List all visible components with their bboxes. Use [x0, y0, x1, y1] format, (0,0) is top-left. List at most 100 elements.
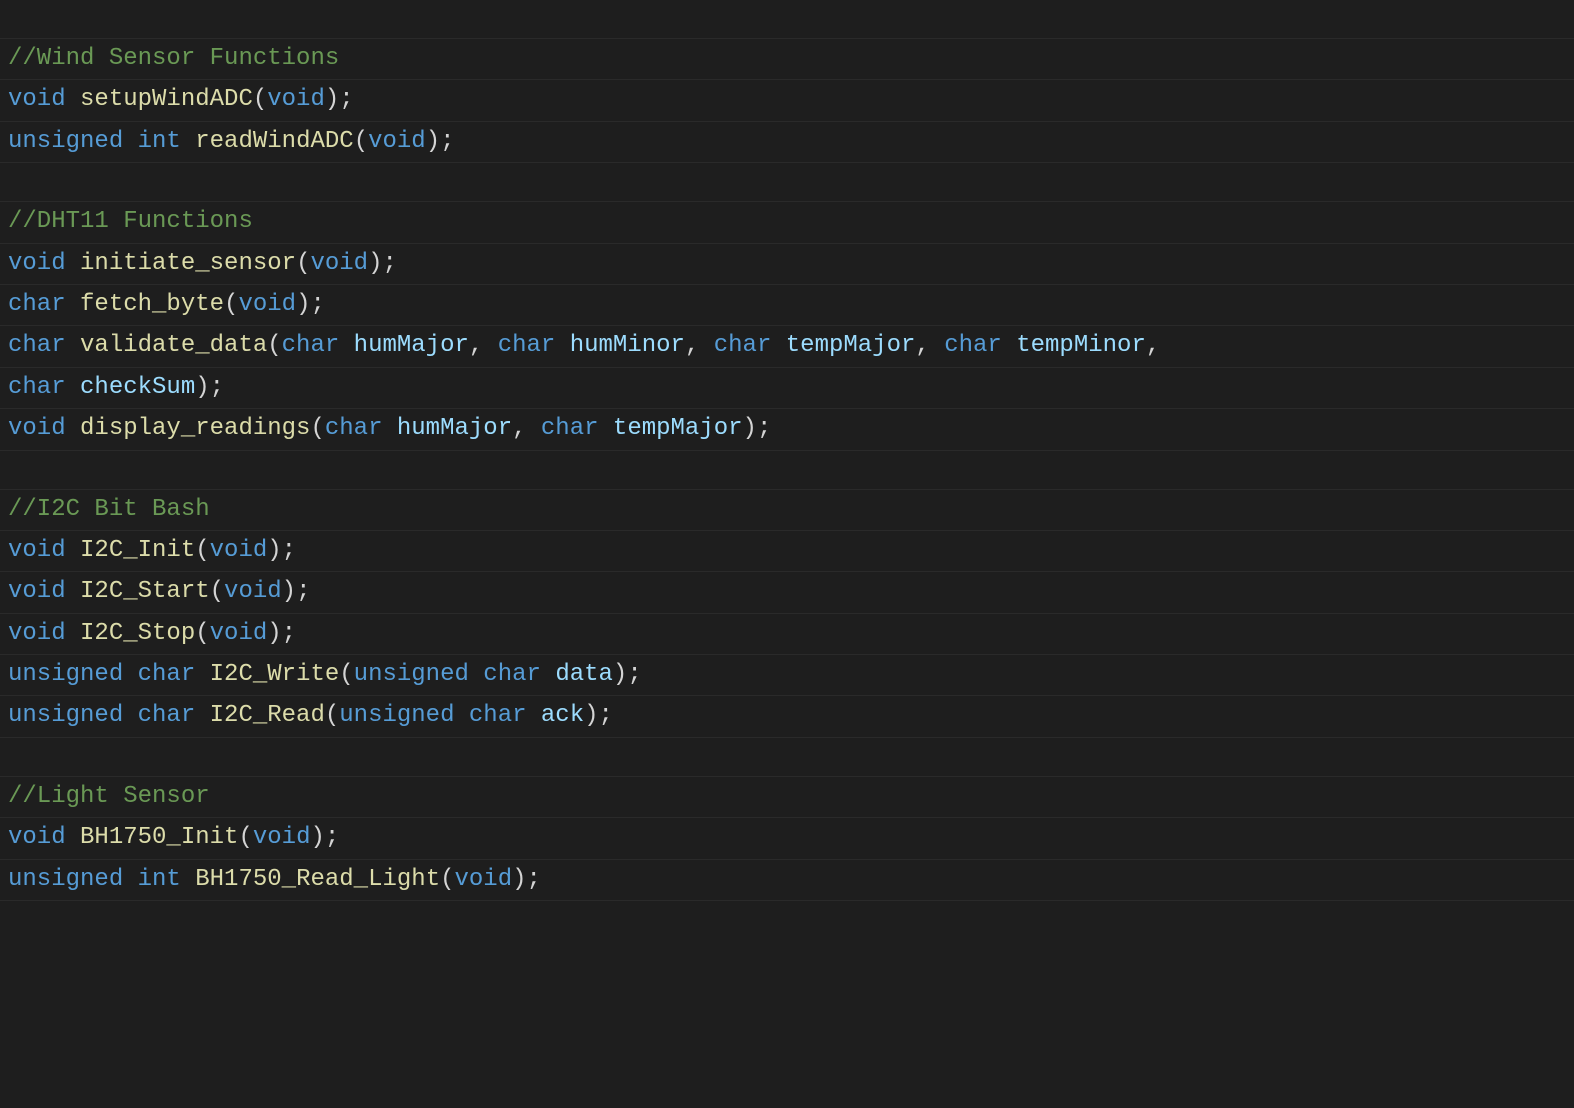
- comment-text: //Wind Sensor Functions: [8, 45, 339, 72]
- parameter: humMajor: [397, 415, 512, 442]
- code-line[interactable]: unsigned char I2C_Read(unsigned char ack…: [0, 696, 1574, 737]
- parameter: data: [555, 661, 613, 688]
- keyword: void: [8, 537, 66, 564]
- parameter: humMinor: [570, 332, 685, 359]
- keyword: void: [455, 866, 513, 893]
- code-line-comment[interactable]: //DHT11 Functions: [0, 202, 1574, 243]
- keyword: void: [8, 86, 66, 113]
- comment-text: //DHT11 Functions: [8, 208, 253, 235]
- parameter: tempMinor: [1016, 332, 1146, 359]
- code-line-comment[interactable]: //I2C Bit Bash: [0, 490, 1574, 531]
- semicolon: ;: [382, 250, 396, 277]
- keyword: char: [944, 332, 1002, 359]
- code-line[interactable]: unsigned int BH1750_Read_Light(void);: [0, 860, 1574, 901]
- paren: (: [238, 824, 252, 851]
- semicolon: ;: [282, 537, 296, 564]
- code-line[interactable]: char fetch_byte(void);: [0, 285, 1574, 326]
- code-line[interactable]: unsigned int readWindADC(void);: [0, 122, 1574, 163]
- code-editor[interactable]: //Wind Sensor Functions void setupWindAD…: [0, 0, 1574, 901]
- keyword: int: [138, 128, 181, 155]
- keyword: unsigned: [339, 702, 454, 729]
- code-line-comment[interactable]: //Wind Sensor Functions: [0, 39, 1574, 80]
- keyword: unsigned: [8, 661, 123, 688]
- code-line-blank[interactable]: [0, 451, 1574, 490]
- code-line[interactable]: void I2C_Init(void);: [0, 531, 1574, 572]
- keyword: unsigned: [8, 866, 123, 893]
- semicolon: ;: [210, 374, 224, 401]
- keyword: void: [368, 128, 426, 155]
- comment-text: //Light Sensor: [8, 783, 210, 810]
- keyword: char: [138, 661, 196, 688]
- comma: ,: [1146, 332, 1160, 359]
- keyword: unsigned: [8, 702, 123, 729]
- semicolon: ;: [310, 291, 324, 318]
- paren: (: [354, 128, 368, 155]
- paren: (: [195, 537, 209, 564]
- semicolon: ;: [440, 128, 454, 155]
- parameter: tempMajor: [786, 332, 916, 359]
- paren: ): [613, 661, 627, 688]
- paren: ): [195, 374, 209, 401]
- paren: ): [426, 128, 440, 155]
- function-name: readWindADC: [195, 128, 353, 155]
- keyword: void: [210, 620, 268, 647]
- function-name: I2C_Stop: [80, 620, 195, 647]
- code-line-blank[interactable]: [0, 738, 1574, 777]
- keyword: char: [138, 702, 196, 729]
- keyword: void: [267, 86, 325, 113]
- code-line[interactable]: void I2C_Stop(void);: [0, 614, 1574, 655]
- keyword: void: [210, 537, 268, 564]
- paren: ): [325, 86, 339, 113]
- semicolon: ;: [296, 578, 310, 605]
- code-line[interactable]: unsigned char I2C_Write(unsigned char da…: [0, 655, 1574, 696]
- paren: (: [440, 866, 454, 893]
- function-name: BH1750_Read_Light: [195, 866, 440, 893]
- code-line[interactable]: void I2C_Start(void);: [0, 572, 1574, 613]
- paren: (: [267, 332, 281, 359]
- paren: ): [310, 824, 324, 851]
- keyword: void: [8, 250, 66, 277]
- parameter: tempMajor: [613, 415, 743, 442]
- code-line-blank[interactable]: [0, 163, 1574, 202]
- keyword: char: [8, 332, 66, 359]
- comma: ,: [512, 415, 526, 442]
- function-name: I2C_Start: [80, 578, 210, 605]
- paren: (: [210, 578, 224, 605]
- code-line[interactable]: char validate_data(char humMajor, char h…: [0, 326, 1574, 367]
- semicolon: ;: [339, 86, 353, 113]
- code-line[interactable]: void initiate_sensor(void);: [0, 244, 1574, 285]
- keyword: void: [310, 250, 368, 277]
- code-line[interactable]: void setupWindADC(void);: [0, 80, 1574, 121]
- parameter: humMajor: [354, 332, 469, 359]
- paren: (: [310, 415, 324, 442]
- parameter: checkSum: [80, 374, 195, 401]
- paren: (: [339, 661, 353, 688]
- keyword: char: [498, 332, 556, 359]
- keyword: void: [8, 415, 66, 442]
- function-name: I2C_Init: [80, 537, 195, 564]
- function-name: fetch_byte: [80, 291, 224, 318]
- paren: ): [267, 537, 281, 564]
- code-line[interactable]: void BH1750_Init(void);: [0, 818, 1574, 859]
- paren: ): [512, 866, 526, 893]
- function-name: I2C_Write: [210, 661, 340, 688]
- paren: (: [195, 620, 209, 647]
- code-line[interactable]: char checkSum);: [0, 368, 1574, 409]
- code-line-comment[interactable]: //Light Sensor: [0, 777, 1574, 818]
- comma: ,: [469, 332, 483, 359]
- code-line-blank[interactable]: [0, 0, 1574, 39]
- paren: ): [267, 620, 281, 647]
- semicolon: ;: [282, 620, 296, 647]
- function-name: display_readings: [80, 415, 310, 442]
- keyword: void: [8, 824, 66, 851]
- keyword: void: [8, 620, 66, 647]
- keyword: char: [714, 332, 772, 359]
- comma: ,: [915, 332, 929, 359]
- keyword: char: [483, 661, 541, 688]
- paren: ): [296, 291, 310, 318]
- keyword: void: [238, 291, 296, 318]
- paren: (: [224, 291, 238, 318]
- keyword: unsigned: [354, 661, 469, 688]
- code-line[interactable]: void display_readings(char humMajor, cha…: [0, 409, 1574, 450]
- paren: ): [743, 415, 757, 442]
